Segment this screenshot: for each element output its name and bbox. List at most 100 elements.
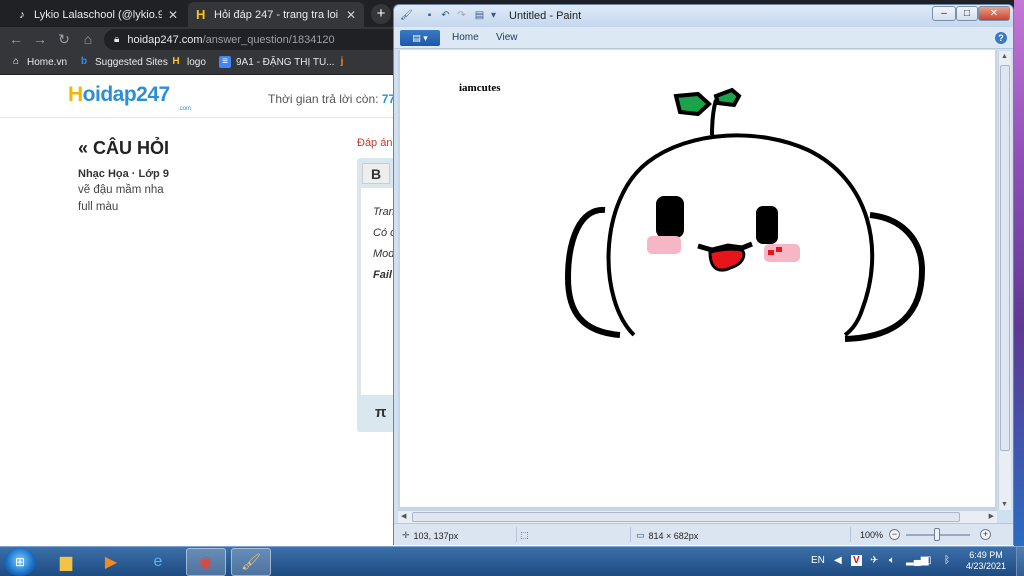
address-bar[interactable]: 🔒︎ hoidap247.com/answer_question/1834120 bbox=[104, 29, 404, 50]
bookmark-extra[interactable]: j bbox=[336, 56, 353, 68]
vertical-scrollbar[interactable]: ▲ ▼ bbox=[998, 51, 1011, 510]
undo-icon[interactable]: ↶ bbox=[440, 10, 451, 21]
answer-timer: Thời gian trả lời còn: 77p bbox=[268, 92, 402, 106]
drawing-canvas[interactable]: iamcutes bbox=[400, 50, 995, 507]
canvas-area: iamcutes bbox=[398, 50, 997, 510]
back-arrow-icon[interactable]: ← bbox=[8, 31, 24, 47]
clock-time: 6:49 PM bbox=[969, 550, 1003, 560]
scroll-up-icon[interactable]: ▲ bbox=[1001, 53, 1008, 60]
zoom-slider-handle[interactable] bbox=[934, 528, 940, 541]
math-pi-button[interactable]: π bbox=[375, 404, 386, 421]
taskbar-explorer[interactable]: ▆ bbox=[46, 548, 86, 576]
desktop-wallpaper bbox=[1014, 0, 1024, 546]
right-eye bbox=[756, 206, 778, 244]
tab-close-icon[interactable]: ✕ bbox=[346, 8, 356, 22]
head-outline bbox=[606, 133, 875, 337]
tiktok-icon: ♪ bbox=[19, 8, 25, 21]
clock-date: 4/23/2021 bbox=[965, 561, 1007, 571]
taskbar-chrome[interactable]: ◉ bbox=[186, 548, 226, 576]
zoom-out-button[interactable]: − bbox=[889, 529, 900, 540]
minimize-button[interactable]: – bbox=[932, 6, 956, 21]
bookmark-label: 9A1 - ĐẶNG THỊ TU... bbox=[236, 56, 335, 68]
scroll-right-icon[interactable]: ▶ bbox=[989, 512, 994, 520]
reload-icon[interactable]: ↻ bbox=[56, 31, 72, 48]
battery-icon[interactable]: ▯ bbox=[926, 555, 932, 566]
timer-label: Thời gian trả lời còn: bbox=[268, 92, 379, 106]
url-host: hoidap247.com bbox=[127, 33, 203, 46]
left-blush bbox=[647, 236, 681, 254]
save-icon[interactable]: ▪ bbox=[424, 10, 435, 21]
tongue bbox=[708, 247, 746, 272]
windows-taskbar: ⊞ ▆ ▶ e ◉ 🖌︎ EN ◀ V ✈ 🔈︎ ▂▄▆ ▯ ᛒ 6:49 PM… bbox=[0, 546, 1024, 576]
horizontal-scrollbar[interactable]: ◀ ▶ bbox=[398, 510, 997, 523]
selection-size: ⬚ bbox=[520, 530, 533, 541]
scroll-left-icon[interactable]: ◀ bbox=[401, 512, 406, 520]
paint-menu-button[interactable]: ▤ ▾ bbox=[400, 30, 440, 46]
blush-dot bbox=[776, 247, 782, 252]
hoidap247-logo[interactable]: Hoidap247 bbox=[68, 83, 170, 107]
bookmark-logo[interactable]: H logo bbox=[170, 56, 206, 68]
bookmark-label: Home.vn bbox=[27, 56, 68, 68]
tab-title: Hỏi đáp 247 - trang tra loi bbox=[214, 8, 339, 21]
help-icon[interactable]: ? bbox=[995, 32, 1007, 44]
home-icon[interactable]: ⌂ bbox=[80, 31, 96, 47]
bookmark-label: logo bbox=[187, 56, 206, 68]
maximize-button[interactable]: □ bbox=[956, 6, 978, 21]
tab-view[interactable]: View bbox=[496, 32, 518, 43]
taskbar-paint[interactable]: 🖌︎ bbox=[231, 548, 271, 576]
vertical-scroll-thumb[interactable] bbox=[1000, 65, 1010, 451]
zoom-in-button[interactable]: + bbox=[980, 529, 991, 540]
taskbar-internet-explorer[interactable]: e bbox=[138, 548, 178, 576]
close-button[interactable]: ✕ bbox=[978, 6, 1010, 21]
editor-body[interactable] bbox=[361, 188, 397, 395]
forward-arrow-icon[interactable]: → bbox=[32, 31, 48, 47]
question-meta: Nhạc Họa · Lớp 9 bbox=[78, 168, 169, 180]
volume-warning-icon[interactable]: ◀ bbox=[834, 555, 842, 566]
bold-button[interactable]: B bbox=[362, 163, 390, 184]
paint-titlebar[interactable]: 🖌︎ ▪ ↶ ↷ ▤ ▾ Untitled - Paint – □ ✕ bbox=[394, 5, 1013, 27]
bookmark-home-vn[interactable]: ⌂ Home.vn bbox=[10, 56, 67, 68]
tab-title: Lykio Lalaschool (@lykio.98) TikT bbox=[34, 8, 162, 21]
ie-icon: e bbox=[153, 553, 163, 570]
start-button[interactable]: ⊞ bbox=[4, 548, 36, 576]
speaker-icon[interactable]: 🔈︎ bbox=[889, 555, 895, 566]
antivirus-icon[interactable]: V bbox=[851, 555, 862, 566]
question-heading[interactable]: « CÂU HỎI bbox=[78, 138, 169, 159]
cursor-position: ✛ 103, 137px bbox=[402, 530, 458, 541]
zoom-value: 100% bbox=[860, 530, 884, 540]
quick-access-dropdown-icon[interactable]: ▾ bbox=[488, 10, 499, 21]
language-indicator[interactable]: EN bbox=[811, 555, 825, 566]
leaf-right bbox=[713, 87, 742, 108]
sprout-leaves bbox=[673, 87, 742, 117]
j-icon: j bbox=[340, 56, 344, 67]
bookmark-9a1[interactable]: ≡ 9A1 - ĐẶNG THỊ TU... bbox=[219, 56, 335, 68]
sprout-drawing bbox=[564, 87, 926, 342]
tab-close-icon[interactable]: ✕ bbox=[168, 8, 178, 22]
horizontal-scroll-thumb[interactable] bbox=[412, 512, 960, 522]
bookmark-suggested-sites[interactable]: b Suggested Sites bbox=[78, 56, 168, 68]
canvas-size-value: 814 × 682px bbox=[648, 530, 699, 541]
windows-logo-icon: ⊞ bbox=[14, 555, 26, 569]
selection-icon: ⬚ bbox=[520, 530, 529, 540]
redo-icon[interactable]: ↷ bbox=[456, 10, 467, 21]
print-icon[interactable]: ▤ bbox=[474, 10, 485, 21]
bluetooth-icon[interactable]: ᛒ bbox=[944, 555, 950, 566]
scroll-down-icon[interactable]: ▼ bbox=[1001, 501, 1008, 508]
tray-app-icon[interactable]: ✈ bbox=[870, 555, 878, 566]
new-tab-button[interactable]: + bbox=[371, 4, 391, 24]
status-divider bbox=[850, 527, 851, 542]
left-eye bbox=[656, 196, 684, 238]
show-desktop-button[interactable] bbox=[1016, 547, 1024, 576]
taskbar-media-player[interactable]: ▶ bbox=[91, 548, 131, 576]
canvas-size-icon: ▭ bbox=[636, 530, 645, 540]
logo-com-text: .com bbox=[178, 106, 192, 112]
tab-tiktok[interactable]: ♪ Lykio Lalaschool (@lykio.98) TikT ✕ bbox=[8, 2, 186, 27]
tab-home[interactable]: Home bbox=[452, 32, 479, 43]
hoidap-favicon-icon: H bbox=[196, 6, 206, 22]
status-divider bbox=[516, 527, 517, 542]
system-clock[interactable]: 6:49 PM 4/23/2021 bbox=[964, 550, 1008, 572]
leaf-left bbox=[673, 91, 712, 117]
question-text-line: full màu bbox=[78, 201, 119, 213]
docs-icon: ≡ bbox=[219, 56, 231, 68]
tab-hoidap247[interactable]: H Hỏi đáp 247 - trang tra loi ✕ bbox=[188, 2, 364, 27]
